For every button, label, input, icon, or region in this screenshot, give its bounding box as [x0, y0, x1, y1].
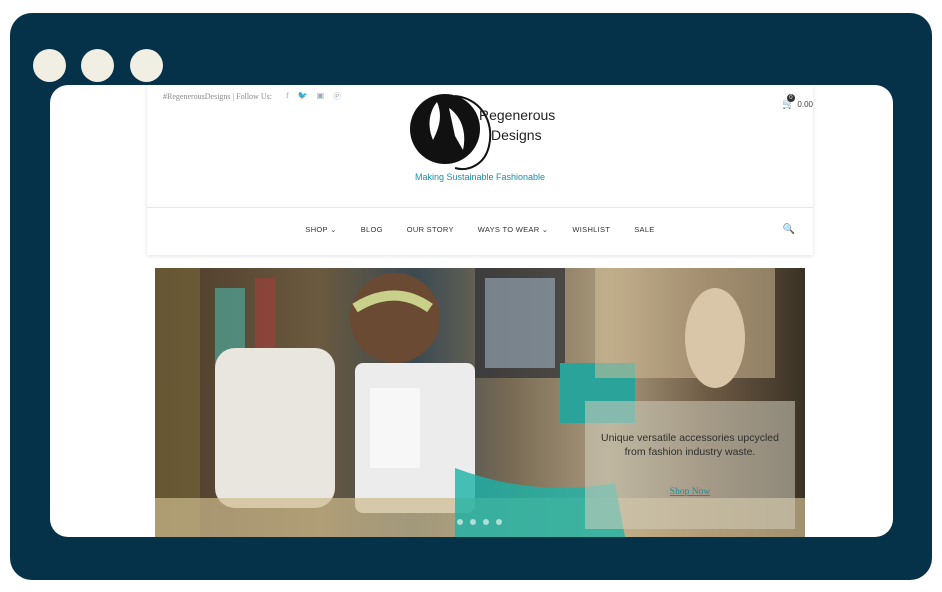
- nav-item-blog[interactable]: BLOG: [361, 225, 383, 234]
- instagram-icon[interactable]: ▣: [317, 91, 325, 102]
- slider-pagination: [457, 519, 502, 525]
- shop-now-link[interactable]: Shop Now: [585, 487, 795, 497]
- search-icon[interactable]: 🔍: [783, 224, 795, 235]
- nav-item-ways-to-wear[interactable]: WAYS TO WEAR ⌄: [478, 225, 549, 234]
- nav-item-our-story[interactable]: OUR STORY: [407, 225, 454, 234]
- twitter-icon[interactable]: 🐦: [298, 91, 308, 102]
- slider-dot[interactable]: [496, 519, 502, 525]
- pinterest-icon[interactable]: Ⓟ: [333, 91, 341, 102]
- hero-caption: Unique versatile accessories upcycled fr…: [600, 432, 779, 458]
- slider-dot[interactable]: [470, 519, 476, 525]
- window-dot: [33, 49, 66, 82]
- cart-icon[interactable]: 🛒 0: [782, 94, 795, 110]
- cart-widget[interactable]: 🛒 0 0.00: [782, 94, 813, 110]
- nav-item-wishlist[interactable]: WISHLIST: [572, 225, 610, 234]
- logo-text-line2: Designs: [491, 127, 542, 143]
- hero-slider: Unique versatile accessories upcycled fr…: [155, 268, 805, 537]
- slider-dot[interactable]: [457, 519, 463, 525]
- topbar-text: #RegenerousDesigns | Follow Us:: [163, 92, 272, 101]
- main-nav: SHOP ⌄ BLOG OUR STORY WAYS TO WEAR ⌄ WIS…: [147, 225, 813, 234]
- nav-divider: [147, 207, 813, 208]
- slider-dot[interactable]: [483, 519, 489, 525]
- facebook-icon[interactable]: f: [286, 91, 289, 102]
- nav-item-shop[interactable]: SHOP ⌄: [305, 225, 336, 234]
- cart-count: 0: [786, 94, 795, 102]
- window-dot: [130, 49, 163, 82]
- site-tagline: Making Sustainable Fashionable: [414, 172, 546, 182]
- site-header: #RegenerousDesigns | Follow Us: f 🐦 ▣ Ⓟ …: [147, 85, 813, 255]
- browser-viewport: #RegenerousDesigns | Follow Us: f 🐦 ▣ Ⓟ …: [50, 85, 893, 537]
- cart-total: 0.00: [797, 100, 813, 109]
- window-dot: [81, 49, 114, 82]
- social-links: f 🐦 ▣ Ⓟ: [286, 91, 341, 102]
- topbar: #RegenerousDesigns | Follow Us: f 🐦 ▣ Ⓟ: [163, 91, 341, 102]
- logo-text-line1: Regenerous: [479, 107, 555, 123]
- hero-caption-box: Unique versatile accessories upcycled fr…: [585, 401, 795, 529]
- nav-item-sale[interactable]: SALE: [634, 225, 654, 234]
